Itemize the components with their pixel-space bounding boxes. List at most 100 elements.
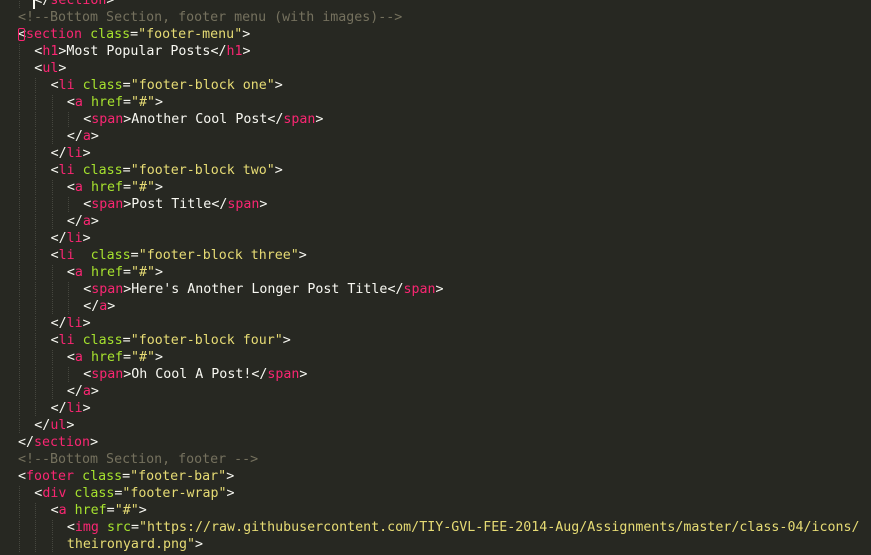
code-line[interactable]: <section class="footer-menu"> [0,26,871,43]
token-punct: < [18,27,27,42]
indent-guide [35,197,37,212]
token-punct: </ [267,112,284,127]
code-line[interactable]: </li> [0,400,871,417]
code-line[interactable]: <a href="#"> [0,179,871,196]
indent-guide [51,112,54,127]
token-tag: span [403,282,436,297]
indent-guides [0,60,200,77]
indent-guide [51,367,54,382]
token-punct: < [83,282,92,297]
code-line[interactable]: <img src="https://raw.githubusercontent.… [0,519,871,536]
code-line[interactable]: <span>Here's Another Longer Post Title</… [0,281,871,298]
indent-guides [0,383,200,400]
code-line[interactable]: </li> [0,145,871,162]
token-tag: img [74,520,99,535]
token-punct: < [18,469,27,484]
code-line[interactable]: <li class="footer-block three"> [0,247,871,264]
code-line[interactable]: <div class="footer-wrap"> [0,485,871,502]
token-tag: a [82,129,91,144]
indent-guide [67,112,70,127]
indent-guide [51,384,54,399]
code-line[interactable]: </a> [0,128,871,145]
indent-guide [51,282,54,297]
indent-guide [35,78,37,93]
token-punct: > [90,435,99,450]
code-line[interactable]: </ul> [0,417,871,434]
token-attr: href [90,265,123,280]
code-line[interactable]: <!--Bottom Section, footer menu (with im… [0,9,871,26]
code-area[interactable]: </section> <!--Bottom Section, footer men… [0,0,871,553]
code-line[interactable]: <ul> [0,60,871,77]
token-punct: </ [66,214,83,229]
code-line[interactable]: </a> [0,383,871,400]
token-punct: > [226,469,235,484]
token-punct: > [90,384,99,399]
indent-guide [19,0,21,8]
code-line[interactable]: <a href="#"> [0,94,871,111]
code-line[interactable]: <a href="#"> [0,349,871,366]
token-punct: > [106,0,115,8]
indent-guide [35,401,37,416]
indent-guides [0,230,200,247]
code-line[interactable]: </section> [0,0,871,9]
code-line[interactable]: </a> [0,213,871,230]
code-line[interactable]: </a> [0,298,871,315]
code-line[interactable]: theironyard.png"> [0,536,871,553]
token-tag: ul [42,61,59,76]
code-line[interactable]: <li class="footer-block one"> [0,77,871,94]
token-punct: > [82,401,91,416]
token-tag: li [58,78,75,93]
code-line[interactable]: <!--Bottom Section, footer --> [0,451,871,468]
indent-guide [19,231,21,246]
token-punct: = [122,78,131,93]
code-line[interactable]: <li class="footer-block two"> [0,162,871,179]
token-punct: > [82,316,91,331]
token-text: Post Title [131,197,212,212]
token-tag: li [58,163,75,178]
indent-guide [35,112,37,127]
code-line[interactable]: <footer class="footer-bar"> [0,468,871,485]
indent-guide [19,180,21,195]
code-editor[interactable]: </section> <!--Bottom Section, footer men… [0,0,871,555]
token-comment: <!--Bottom Section, footer --> [18,452,259,467]
code-line[interactable]: <a href="#"> [0,502,871,519]
token-punct: > [107,299,116,314]
code-line[interactable]: </li> [0,230,871,247]
token-punct: </ [83,299,100,314]
code-line[interactable]: <h1>Most Popular Posts</h1> [0,43,871,60]
code-line[interactable]: <a href="#"> [0,264,871,281]
token-punct: < [66,265,75,280]
token-attr: class [90,27,131,42]
token-string: "footer-menu" [138,27,243,42]
code-line[interactable]: <span>Post Title</span> [0,196,871,213]
indent-guide [35,367,37,382]
code-line[interactable]: <span>Oh Cool A Post!</span> [0,366,871,383]
indent-guide [35,231,37,246]
indent-guide [35,520,37,535]
token-string: "#" [130,265,156,280]
code-line[interactable]: <li class="footer-block four"> [0,332,871,349]
token-text: Oh Cool A Post! [131,367,252,382]
indent-guide [51,95,54,110]
code-line[interactable]: </li> [0,315,871,332]
code-line[interactable]: <span>Another Cool Post</span> [0,111,871,128]
token-punct: </ [50,231,67,246]
token-tag: div [42,486,67,501]
token-attr: class [82,333,123,348]
token-punct: > [66,418,75,433]
token-tag: li [66,316,83,331]
indent-guide [35,163,37,178]
code-line[interactable]: </section> [0,434,871,451]
token-punct: < [50,333,59,348]
token-tag: span [91,112,124,127]
token-string: "#" [130,350,156,365]
token-tag: span [91,282,124,297]
indent-guide [19,282,21,297]
